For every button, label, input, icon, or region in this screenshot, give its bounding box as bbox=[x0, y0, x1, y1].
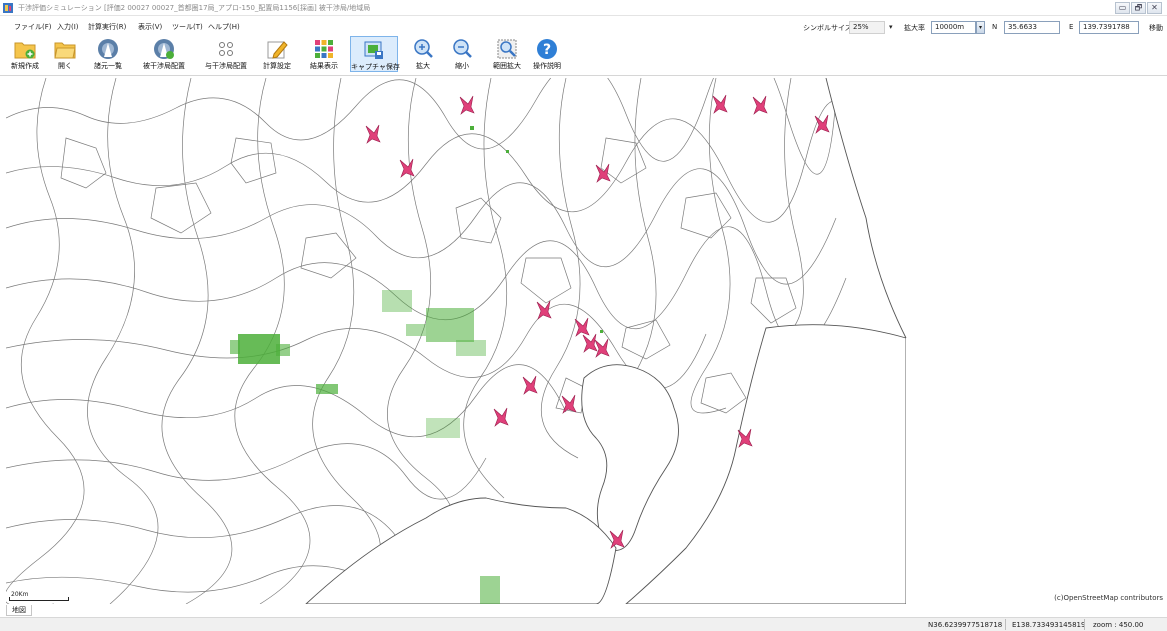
status-longitude: E138.733493145819 bbox=[1012, 621, 1086, 629]
station-marker-icon[interactable] bbox=[574, 317, 590, 337]
maximize-button[interactable]: 🗗 bbox=[1131, 2, 1146, 14]
status-bar: N36.6239977518718 E138.733493145819 zoom… bbox=[0, 617, 1167, 631]
victim-station-icon bbox=[154, 39, 174, 59]
station-list-icon bbox=[98, 39, 118, 59]
result-button-label: 結果表示 bbox=[310, 62, 338, 70]
scale-bar: 20Km bbox=[9, 591, 69, 601]
map-view[interactable]: 20Km (c)OpenStreetMap contributors bbox=[6, 78, 1165, 604]
victim-station-button-label: 被干渉局配置 bbox=[143, 62, 185, 70]
symbol-size-select[interactable]: 25% bbox=[849, 21, 885, 34]
latitude-input[interactable]: 35.6633 bbox=[1004, 21, 1060, 34]
title-bar: 干渉評価シミュレーション [評価2 00027 00027_首都圏17局_アプロ… bbox=[0, 0, 1167, 16]
status-latitude: N36.6239977518718 bbox=[928, 621, 1003, 629]
settings-pencil-icon bbox=[267, 41, 288, 59]
view-controls: シンボルサイズ 25% ▾ 拡大率 10000m ▾ N 35.6633 E 1… bbox=[0, 18, 1167, 36]
open-button-label: 開く bbox=[58, 62, 72, 70]
zoom-in-button[interactable]: 拡大 bbox=[409, 36, 437, 72]
station-marker-icon[interactable] bbox=[459, 95, 475, 115]
help-button[interactable]: ? 操作説明 bbox=[529, 36, 565, 72]
capture-save-button-label: キャプチャ保存 bbox=[351, 63, 400, 71]
new-folder-icon bbox=[14, 42, 36, 59]
open-folder-icon bbox=[54, 42, 76, 59]
zoom-out-button-label: 縮小 bbox=[455, 62, 469, 70]
capture-save-button[interactable]: キャプチャ保存 bbox=[350, 36, 400, 72]
station-marker-icon[interactable] bbox=[365, 124, 381, 144]
close-button[interactable]: ✕ bbox=[1147, 2, 1162, 14]
new-button-label: 新規作成 bbox=[11, 62, 39, 70]
help-icon: ? bbox=[537, 39, 557, 59]
status-separator bbox=[1005, 619, 1006, 630]
calc-settings-button[interactable]: 計算設定 bbox=[258, 36, 296, 72]
station-marker-icon[interactable] bbox=[752, 95, 768, 115]
zoom-area-icon bbox=[497, 39, 517, 59]
zoom-out-button[interactable]: 縮小 bbox=[448, 36, 476, 72]
victim-station-button[interactable]: 被干渉局配置 bbox=[140, 36, 188, 72]
scale-line bbox=[9, 597, 69, 601]
capture-save-icon bbox=[364, 41, 383, 59]
e-label: E bbox=[1069, 23, 1074, 31]
zoom-label: 拡大率 bbox=[904, 24, 925, 32]
tab-map[interactable]: 地図 bbox=[6, 605, 32, 616]
station-marker-icon[interactable] bbox=[493, 407, 509, 427]
longitude-input[interactable]: 139.7391788 bbox=[1079, 21, 1139, 34]
status-separator bbox=[1084, 619, 1085, 630]
status-zoom: zoom : 450.00 bbox=[1093, 621, 1144, 629]
interferer-station-button-label: 与干渉局配置 bbox=[205, 62, 247, 70]
help-button-label: 操作説明 bbox=[533, 62, 561, 70]
station-marker-icon[interactable] bbox=[712, 94, 728, 114]
zoom-area-button-label: 範囲拡大 bbox=[493, 62, 521, 70]
station-list-button[interactable]: 諸元一覧 bbox=[88, 36, 128, 72]
zoom-area-button[interactable]: 範囲拡大 bbox=[488, 36, 526, 72]
map-canvas[interactable] bbox=[6, 78, 1165, 604]
zoom-in-icon bbox=[414, 39, 433, 58]
calc-settings-button-label: 計算設定 bbox=[263, 62, 291, 70]
station-marker-icon[interactable] bbox=[814, 114, 830, 134]
app-icon bbox=[3, 3, 13, 13]
station-marker-icon[interactable] bbox=[594, 338, 610, 358]
n-label: N bbox=[992, 23, 998, 31]
dropdown-arrow-icon[interactable]: ▾ bbox=[889, 23, 893, 31]
result-grid-icon bbox=[315, 40, 333, 58]
map-attribution: (c)OpenStreetMap contributors bbox=[1054, 594, 1163, 602]
window-title: 干渉評価シミュレーション [評価2 00027 00027_首都圏17局_アプロ… bbox=[18, 4, 371, 12]
new-button[interactable]: 新規作成 bbox=[8, 36, 42, 72]
open-button[interactable]: 開く bbox=[50, 36, 80, 72]
minimize-button[interactable]: ▭ bbox=[1115, 2, 1130, 14]
svg-text:?: ? bbox=[543, 42, 551, 58]
toolbar: 新規作成 開く 諸元一覧 被干渉局配置 与干渉局配置 計算設定 結果表示 キャプ… bbox=[0, 36, 1167, 76]
zoom-select[interactable]: 10000m bbox=[931, 21, 976, 34]
interferer-station-button[interactable]: 与干渉局配置 bbox=[202, 36, 250, 72]
station-marker-icon[interactable] bbox=[582, 333, 598, 353]
interferer-station-icon bbox=[219, 42, 233, 56]
result-button[interactable]: 結果表示 bbox=[305, 36, 343, 72]
station-marker-icon[interactable] bbox=[536, 300, 552, 320]
zoom-in-button-label: 拡大 bbox=[416, 62, 430, 70]
move-button[interactable]: 移動 bbox=[1149, 23, 1163, 33]
zoom-out-icon bbox=[453, 39, 472, 58]
station-list-button-label: 諸元一覧 bbox=[94, 62, 122, 70]
symbol-size-label: シンボルサイズ bbox=[803, 24, 852, 32]
station-marker-icon[interactable] bbox=[399, 158, 415, 178]
chevron-down-icon[interactable]: ▾ bbox=[976, 21, 985, 34]
station-marker-icon[interactable] bbox=[522, 375, 538, 395]
